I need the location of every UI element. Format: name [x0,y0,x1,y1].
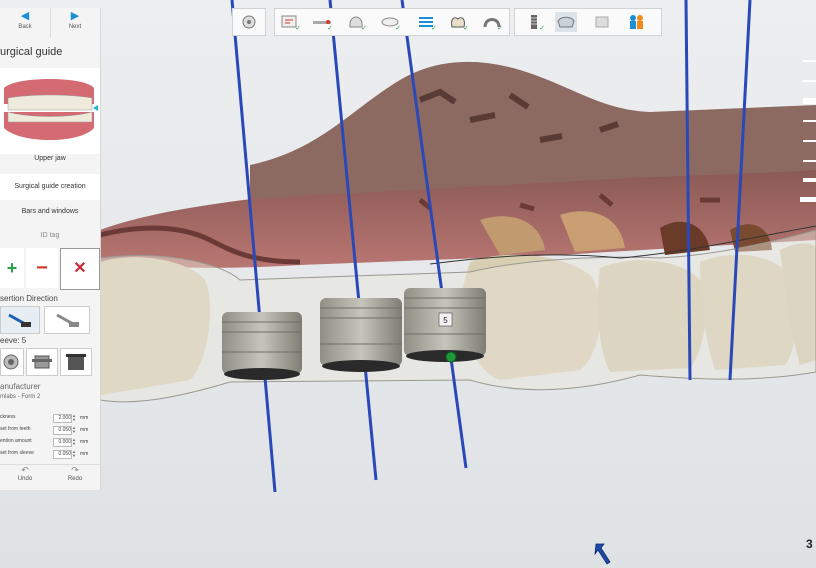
step-guide-creation[interactable]: Surgical guide creation [0,174,100,200]
spinner-icon[interactable]: ▲ ▼ [72,426,76,434]
sleeve-tag: 5 [443,316,448,325]
param-unit: mm [80,451,89,457]
param-label: ention amount [0,438,32,444]
arrow-right-icon: ▶ [70,10,80,22]
tooth-model-icon[interactable]: ✓ [447,12,469,32]
param-offset-teeth: set from teeth 0.050 ▲ ▼ mm [0,426,100,435]
spinner-icon[interactable]: ▲ ▼ [72,414,76,422]
param-thickness: ckness 2.000 ▲ ▼ mm [0,414,100,423]
undo-label: Undo [17,476,33,482]
insertion-direction-button[interactable] [0,306,40,334]
add-sleeve-button[interactable]: + [0,248,24,288]
redo-label: Redo [67,476,83,482]
sleeve-2[interactable] [320,298,402,372]
arrow-left-icon: ◀ [20,10,30,22]
manufacturer-label: anufacturer [0,382,41,391]
alignment-icon[interactable]: ✓ [415,12,437,32]
sleeve-type-2-button[interactable] [26,348,58,376]
param-label: ckness [0,414,16,420]
back-button[interactable]: ◀ Back [0,8,51,38]
surgical-guide-icon[interactable] [555,12,577,32]
redo-icon: ↷ [71,465,79,475]
jaw-label: Upper jaw [34,155,66,162]
param-unit: mm [80,439,89,445]
sleeve-label: eeve: 5 [0,336,27,345]
sleeve-type-1-button[interactable] [0,348,24,376]
param-offset-sleeve: set from sleeve 0.050 ▲ ▼ mm [0,450,100,459]
param-retention: ention amount 0.000 ▲ ▼ mm [0,438,100,447]
param-unit: mm [80,415,89,421]
arch-icon[interactable]: ✓ [481,12,503,32]
spinner-icon[interactable]: ▲ ▼ [72,438,76,446]
toolbar-group-3: ✓ [514,8,662,36]
manufacturer-value[interactable]: mlabs - Form 2 [0,394,100,400]
spinner-icon[interactable]: ▲ ▼ [72,450,76,458]
toolbar-group-2: ✓ ✓ ✓ ✓ ✓ ✓ ✓ [274,8,510,36]
next-label: Next [68,24,82,30]
corner-readout: 3 [806,537,813,551]
sleeve-icon[interactable]: ✓ [523,12,545,32]
implant-tool-icon[interactable]: ✓ [311,12,333,32]
tooth-select-icon[interactable] [238,12,260,32]
crown-icon[interactable]: ✓ [345,12,367,32]
step-id-tag[interactable]: ID tag [0,226,100,246]
param-input[interactable]: 0.000 [53,438,72,447]
plus-icon: + [6,258,18,278]
3d-viewport[interactable]: 5 3 [0,0,816,568]
redo-button[interactable]: ↷ Redo [50,464,100,491]
step-bars-windows[interactable]: Bars and windows [0,202,100,222]
insertion-direction-label: sertion Direction [0,294,58,303]
workflow-toolbar: ✓ ✓ ✓ ✓ ✓ ✓ ✓ ✓ [232,8,662,36]
back-label: Back [18,24,32,30]
order-finish-icon[interactable] [625,12,647,32]
minus-icon: − [36,257,48,279]
undo-icon: ↶ [21,465,29,475]
sleeve-type-3-button[interactable] [60,348,92,376]
guide-export-icon[interactable] [591,12,613,32]
panel-title: urgical guide [0,46,63,58]
param-input[interactable]: 0.050 [53,426,72,435]
param-label: set from teeth [0,426,31,432]
param-input[interactable]: 2.000 [53,414,72,423]
toolbar-group-1 [232,8,266,36]
surgical-guide-panel: ◀ Back ▶ Next urgical guide Upper jaw Su… [0,8,101,490]
param-input[interactable]: 0.050 [53,450,72,459]
remove-sleeve-button[interactable]: − [26,248,58,288]
param-label: set from sleeve [0,450,34,456]
param-unit: mm [80,427,89,433]
sleeve-1[interactable] [222,312,302,380]
scan-import-icon[interactable]: ✓ [279,12,301,32]
abutment-icon[interactable]: ✓ [379,12,401,32]
delete-sleeve-button[interactable]: ✕ [60,248,100,290]
insertion-view-button[interactable] [44,306,90,334]
axis-handle[interactable] [445,351,457,363]
sleeve-actions: + − ✕ [0,248,100,290]
jaw-preview[interactable] [0,68,100,154]
next-button[interactable]: ▶ Next [50,8,100,38]
close-icon: ✕ [73,260,87,277]
undo-button[interactable]: ↶ Undo [0,464,50,491]
